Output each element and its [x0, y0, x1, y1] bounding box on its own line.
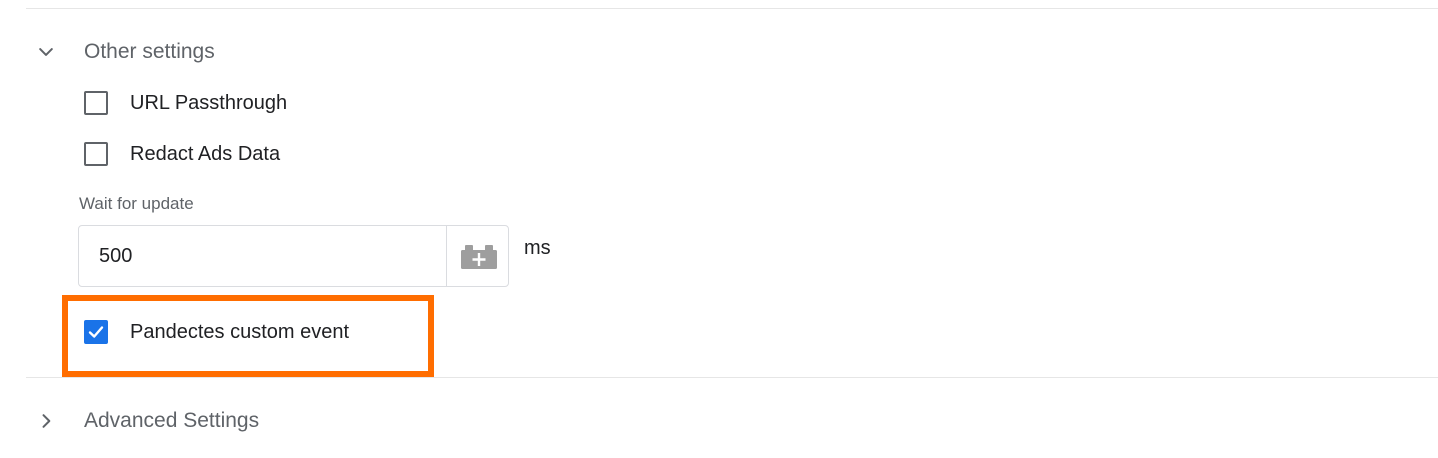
url-passthrough-checkbox[interactable]: URL Passthrough — [82, 86, 287, 120]
advanced-settings-title: Advanced Settings — [84, 409, 260, 432]
url-passthrough-label: URL Passthrough — [130, 91, 288, 114]
other-settings-title: Other settings — [84, 40, 215, 63]
chevron-down-icon[interactable] — [34, 35, 58, 69]
other-settings-header[interactable]: Other settings — [0, 35, 400, 69]
top-divider — [26, 8, 1438, 9]
pandectes-custom-event-checkbox[interactable]: Pandectes custom event — [82, 315, 349, 349]
section-divider — [26, 377, 1438, 378]
redact-ads-data-label: Redact Ads Data — [130, 142, 281, 165]
lego-brick-add-variable-icon — [460, 242, 498, 270]
redact-ads-data-checkbox[interactable]: Redact Ads Data — [82, 137, 280, 171]
checkbox-unchecked-icon[interactable] — [84, 142, 108, 166]
wait-for-update-input[interactable] — [79, 226, 445, 286]
insert-variable-button[interactable] — [446, 226, 510, 286]
chevron-right-icon[interactable] — [34, 404, 58, 438]
wait-for-update-field — [78, 225, 509, 287]
checkbox-unchecked-icon[interactable] — [84, 91, 108, 115]
advanced-settings-header[interactable]: Advanced Settings — [0, 404, 400, 438]
pandectes-custom-event-label: Pandectes custom event — [130, 320, 350, 343]
milliseconds-unit: ms — [524, 237, 551, 259]
checkbox-checked-icon[interactable] — [84, 320, 108, 344]
wait-for-update-label: Wait for update — [79, 194, 194, 213]
